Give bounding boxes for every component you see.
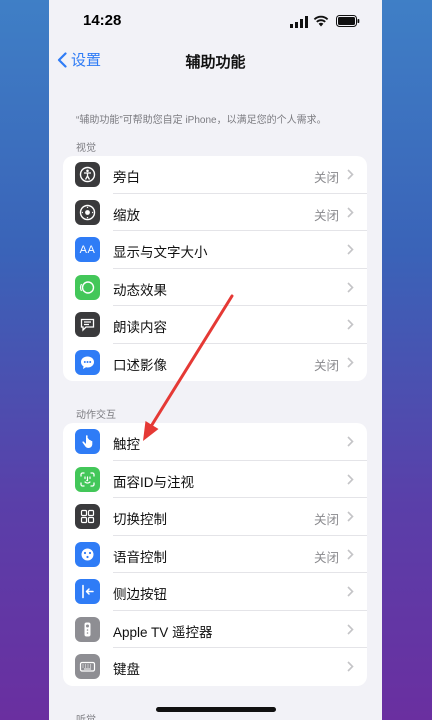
status-time: 14:28 (83, 12, 122, 29)
row-value: 关闭 (313, 513, 339, 527)
section-header-hearing: 听觉 (76, 711, 96, 720)
phone-screen: 14:28 设置 辅助功能 “辅助功能”可帮助您自定 iPhone，以满足您的个… (49, 0, 382, 720)
chevron-right-icon (347, 281, 354, 293)
row-label: 切换控制 (113, 512, 167, 527)
row-label: 侧边按钮 (113, 587, 167, 602)
page-description: “辅助功能”可帮助您自定 iPhone，以满足您的个人需求。 (76, 115, 327, 126)
row-label: 缩放 (113, 207, 140, 223)
chevron-right-icon (347, 319, 354, 330)
row-label: Apple TV 遥控器 (113, 624, 213, 640)
row-label: 口述影像 (113, 357, 167, 373)
chevron-right-icon (347, 586, 354, 597)
home-indicator[interactable] (156, 707, 276, 712)
row-voice-control[interactable]: 语音控制 关闭 (63, 536, 367, 574)
touch-icon (75, 429, 100, 454)
zoom-icon (75, 199, 100, 225)
motion-icon (75, 274, 100, 300)
row-label: 触控 (113, 437, 140, 452)
text-size-icon: AA (75, 237, 100, 262)
apple-tv-remote-icon (75, 616, 100, 642)
audio-description-icon (75, 349, 100, 375)
chevron-right-icon (347, 548, 354, 560)
chevron-right-icon (347, 623, 354, 635)
status-bar: 14:28 (49, 0, 382, 44)
chevron-right-icon (347, 473, 354, 485)
row-audio-descriptions[interactable]: 口述影像 关闭 (63, 344, 367, 382)
voiceover-icon (75, 162, 100, 187)
switch-control-icon (75, 504, 100, 529)
section-header-interaction: 动作交互 (76, 410, 116, 421)
chevron-right-icon (347, 206, 354, 218)
row-spoken-content[interactable]: 朗读内容 (63, 306, 367, 344)
row-keyboards[interactable]: 键盘 (63, 648, 367, 686)
battery-icon (336, 15, 360, 27)
row-label: 旁白 (113, 170, 140, 185)
chevron-right-icon (347, 356, 354, 368)
row-label: 朗读内容 (113, 320, 167, 335)
row-touch[interactable]: 触控 (63, 423, 367, 461)
row-value: 关闭 (313, 208, 339, 223)
row-label: 语音控制 (113, 549, 167, 565)
settings-group-interaction: 触控 面容ID与注视 切换控制 关闭 语音控制 关闭 侧边按钮 Apple TV… (63, 423, 367, 686)
side-button-icon (75, 579, 100, 604)
row-switch-control[interactable]: 切换控制 关闭 (63, 498, 367, 536)
row-display-text-size[interactable]: AA 显示与文字大小 (63, 231, 367, 269)
row-voiceover[interactable]: 旁白 关闭 (63, 156, 367, 194)
row-value: 关闭 (313, 550, 339, 565)
chevron-right-icon (347, 661, 354, 672)
row-apple-tv-remote[interactable]: Apple TV 遥控器 (63, 611, 367, 649)
page-title: 辅助功能 (185, 54, 246, 71)
row-label: 键盘 (113, 662, 140, 677)
chevron-right-icon (347, 511, 354, 522)
face-id-icon (75, 466, 100, 492)
navigation-bar: 设置 辅助功能 (49, 44, 382, 76)
row-face-id-attention[interactable]: 面容ID与注视 (63, 461, 367, 499)
spoken-content-icon (75, 312, 100, 337)
chevron-right-icon (347, 169, 354, 180)
row-label: 动态效果 (113, 282, 167, 298)
voice-control-icon (75, 541, 100, 567)
wifi-icon (313, 15, 329, 27)
cellular-signal-icon (290, 16, 308, 28)
section-header-vision: 视觉 (76, 143, 96, 154)
settings-group-vision: 旁白 关闭 缩放 关闭 AA 显示与文字大小 动态效果 朗读内容 口述影像 关闭 (63, 156, 367, 381)
row-value: 关闭 (313, 171, 339, 185)
row-value: 关闭 (313, 358, 339, 373)
keyboard-icon (75, 654, 100, 679)
row-label: 显示与文字大小 (113, 245, 208, 260)
chevron-right-icon (347, 244, 354, 255)
row-zoom[interactable]: 缩放 关闭 (63, 194, 367, 232)
row-motion[interactable]: 动态效果 (63, 269, 367, 307)
chevron-right-icon (347, 436, 354, 447)
row-side-button[interactable]: 侧边按钮 (63, 573, 367, 611)
row-label: 面容ID与注视 (113, 474, 194, 490)
